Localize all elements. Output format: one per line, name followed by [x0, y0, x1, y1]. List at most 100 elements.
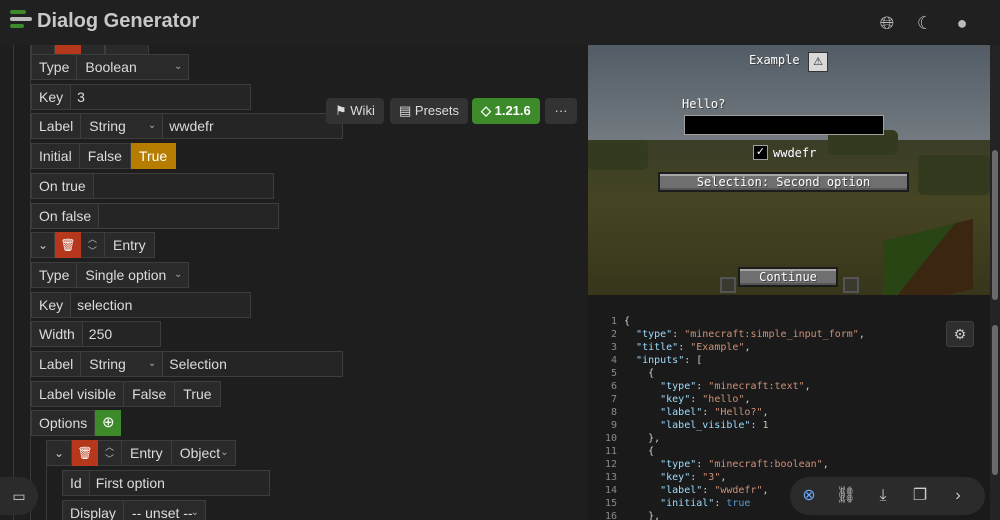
code-line: },: [624, 511, 661, 520]
on-true-input[interactable]: [93, 173, 274, 199]
code-line: "type": "minecraft:boolean",: [660, 459, 829, 470]
chevron-down-icon: ⌄: [220, 447, 229, 458]
line-number: 2: [610, 329, 617, 340]
presets-button[interactable]: ▤ Presets: [390, 98, 468, 124]
display-select[interactable]: -- unset -- ⌄: [123, 500, 206, 520]
panel-toggle-icon[interactable]: ▭: [0, 477, 38, 515]
globe-icon[interactable]: 🌐︎: [876, 12, 898, 34]
key-row-2: Key selection: [31, 292, 252, 318]
key-label: Key: [31, 84, 72, 110]
dialog-preview: Example ⚠ Hello? ✓ wwdefr Selection: Sec…: [588, 45, 990, 295]
add-option-icon[interactable]: ⊕: [95, 410, 122, 436]
true-button[interactable]: True: [175, 381, 221, 407]
on-true-row: On true: [31, 173, 274, 199]
key-row: Key 3: [31, 84, 252, 110]
label-row: Label String ⌄ wwdefr: [31, 113, 344, 139]
line-number: 8: [610, 407, 617, 418]
line-number: 4: [610, 355, 617, 366]
code-line: "title": "Example",: [636, 342, 751, 353]
width-input[interactable]: 250: [82, 321, 161, 347]
right-panel: Example ⚠ Hello? ✓ wwdefr Selection: Sec…: [588, 45, 1000, 520]
code-line: {: [624, 368, 655, 379]
move-up-down-icon[interactable]: ︿ ﹀: [81, 232, 105, 258]
chevron-down-icon: ⌄: [190, 507, 199, 518]
wiki-button[interactable]: ⚑ Wiki: [326, 98, 384, 124]
logo-icon: [10, 10, 32, 34]
scrollbar-thumb[interactable]: [992, 325, 998, 475]
code-line: {: [624, 316, 631, 327]
label-visible-row: Label visible False True: [31, 381, 221, 407]
line-number: 14: [604, 485, 617, 496]
download-icon[interactable]: ⤓: [872, 485, 894, 507]
line-number: 12: [604, 459, 617, 470]
copy-icon[interactable]: ❐: [909, 485, 931, 507]
initial-row: Initial False True: [31, 143, 177, 169]
entry-button[interactable]: Entry: [105, 232, 155, 258]
line-number: 1: [610, 316, 617, 327]
version-button[interactable]: ◇ 1.21.6: [472, 98, 540, 124]
preview-overlay: [588, 45, 990, 295]
options-label: Options: [31, 410, 96, 436]
on-false-input[interactable]: [99, 203, 280, 229]
initial-label: Initial: [31, 143, 80, 169]
chevron-down-icon: ⌄: [173, 269, 183, 280]
false-button[interactable]: False: [79, 143, 131, 169]
line-number: 5: [610, 368, 617, 379]
line-number: 7: [610, 394, 617, 405]
chevron-down-icon: ⌄: [147, 120, 157, 131]
selection-button[interactable]: Selection: Second option: [658, 172, 909, 192]
type-select[interactable]: Single option ⌄: [77, 262, 190, 288]
scrollbar-thumb[interactable]: [992, 150, 998, 300]
archive-icon: ▤: [399, 103, 415, 118]
more-button[interactable]: ···: [545, 98, 577, 124]
chevron-down-icon: ⌄: [173, 61, 183, 72]
text-input[interactable]: [684, 115, 884, 135]
code-line: "type": "minecraft:text",: [660, 381, 811, 392]
app-header: Dialog Generator 🌐︎ ☾ ●: [0, 0, 1000, 45]
move-up-down-icon[interactable]: ︿ ﹀: [98, 440, 122, 466]
option-entry-controls: ⌄ 🗑︎ ︿ ﹀ Entry Object ⌄: [46, 440, 236, 466]
line-number: 15: [604, 498, 617, 509]
warning-icon[interactable]: ⚠: [808, 52, 828, 72]
trash-icon[interactable]: 🗑︎: [55, 232, 81, 258]
display-label: Display: [62, 500, 124, 520]
label-kind-select[interactable]: String ⌄: [81, 351, 164, 377]
continue-button[interactable]: Continue: [738, 267, 838, 287]
on-false-label: On false: [31, 203, 100, 229]
link-icon[interactable]: ⛓︎: [835, 485, 857, 507]
key-input[interactable]: selection: [71, 292, 252, 318]
chevron-right-icon[interactable]: ›: [947, 485, 969, 507]
label-input[interactable]: wwdefr: [163, 113, 344, 139]
id-label: Id: [62, 470, 90, 496]
input-label: Hello?: [682, 97, 726, 111]
label-input[interactable]: Selection: [163, 351, 344, 377]
code-line: "key": "3",: [660, 472, 727, 483]
chevron-down-icon[interactable]: ⌄: [31, 232, 55, 258]
trash-icon[interactable]: 🗑︎: [72, 440, 98, 466]
chevron-down-icon[interactable]: ⌄: [46, 440, 72, 466]
entry-kind-select[interactable]: Object ⌄: [171, 440, 236, 466]
id-input[interactable]: First option: [89, 470, 270, 496]
tag-icon: ◇: [481, 103, 495, 118]
true-button[interactable]: True: [130, 143, 177, 169]
label-kind-select[interactable]: String ⌄: [81, 113, 164, 139]
type-row-2: Type Single option ⌄: [31, 262, 190, 288]
on-true-label: On true: [31, 173, 94, 199]
key-input[interactable]: 3: [71, 84, 252, 110]
width-row: Width 250: [31, 321, 161, 347]
display-row: Display -- unset -- ⌄: [62, 500, 206, 520]
close-circle-icon[interactable]: ⊗: [798, 485, 820, 507]
gear-icon[interactable]: ⚙: [946, 321, 974, 347]
moon-icon[interactable]: ☾: [914, 12, 936, 34]
line-number: 9: [610, 420, 617, 431]
github-icon[interactable]: ●: [951, 12, 973, 34]
line-number: 3: [610, 342, 617, 353]
type-row: Type Boolean ⌄: [31, 54, 190, 80]
false-button[interactable]: False: [124, 381, 176, 407]
checkbox[interactable]: ✓: [753, 145, 768, 160]
type-select[interactable]: Boolean ⌄: [77, 54, 190, 80]
code-line: "label_visible": 1: [660, 420, 769, 431]
entry-button[interactable]: Entry: [122, 440, 172, 466]
scrollbar[interactable]: [990, 45, 1000, 520]
action-bar: ⊗ ⛓︎ ⤓ ❐ ›: [790, 477, 985, 515]
